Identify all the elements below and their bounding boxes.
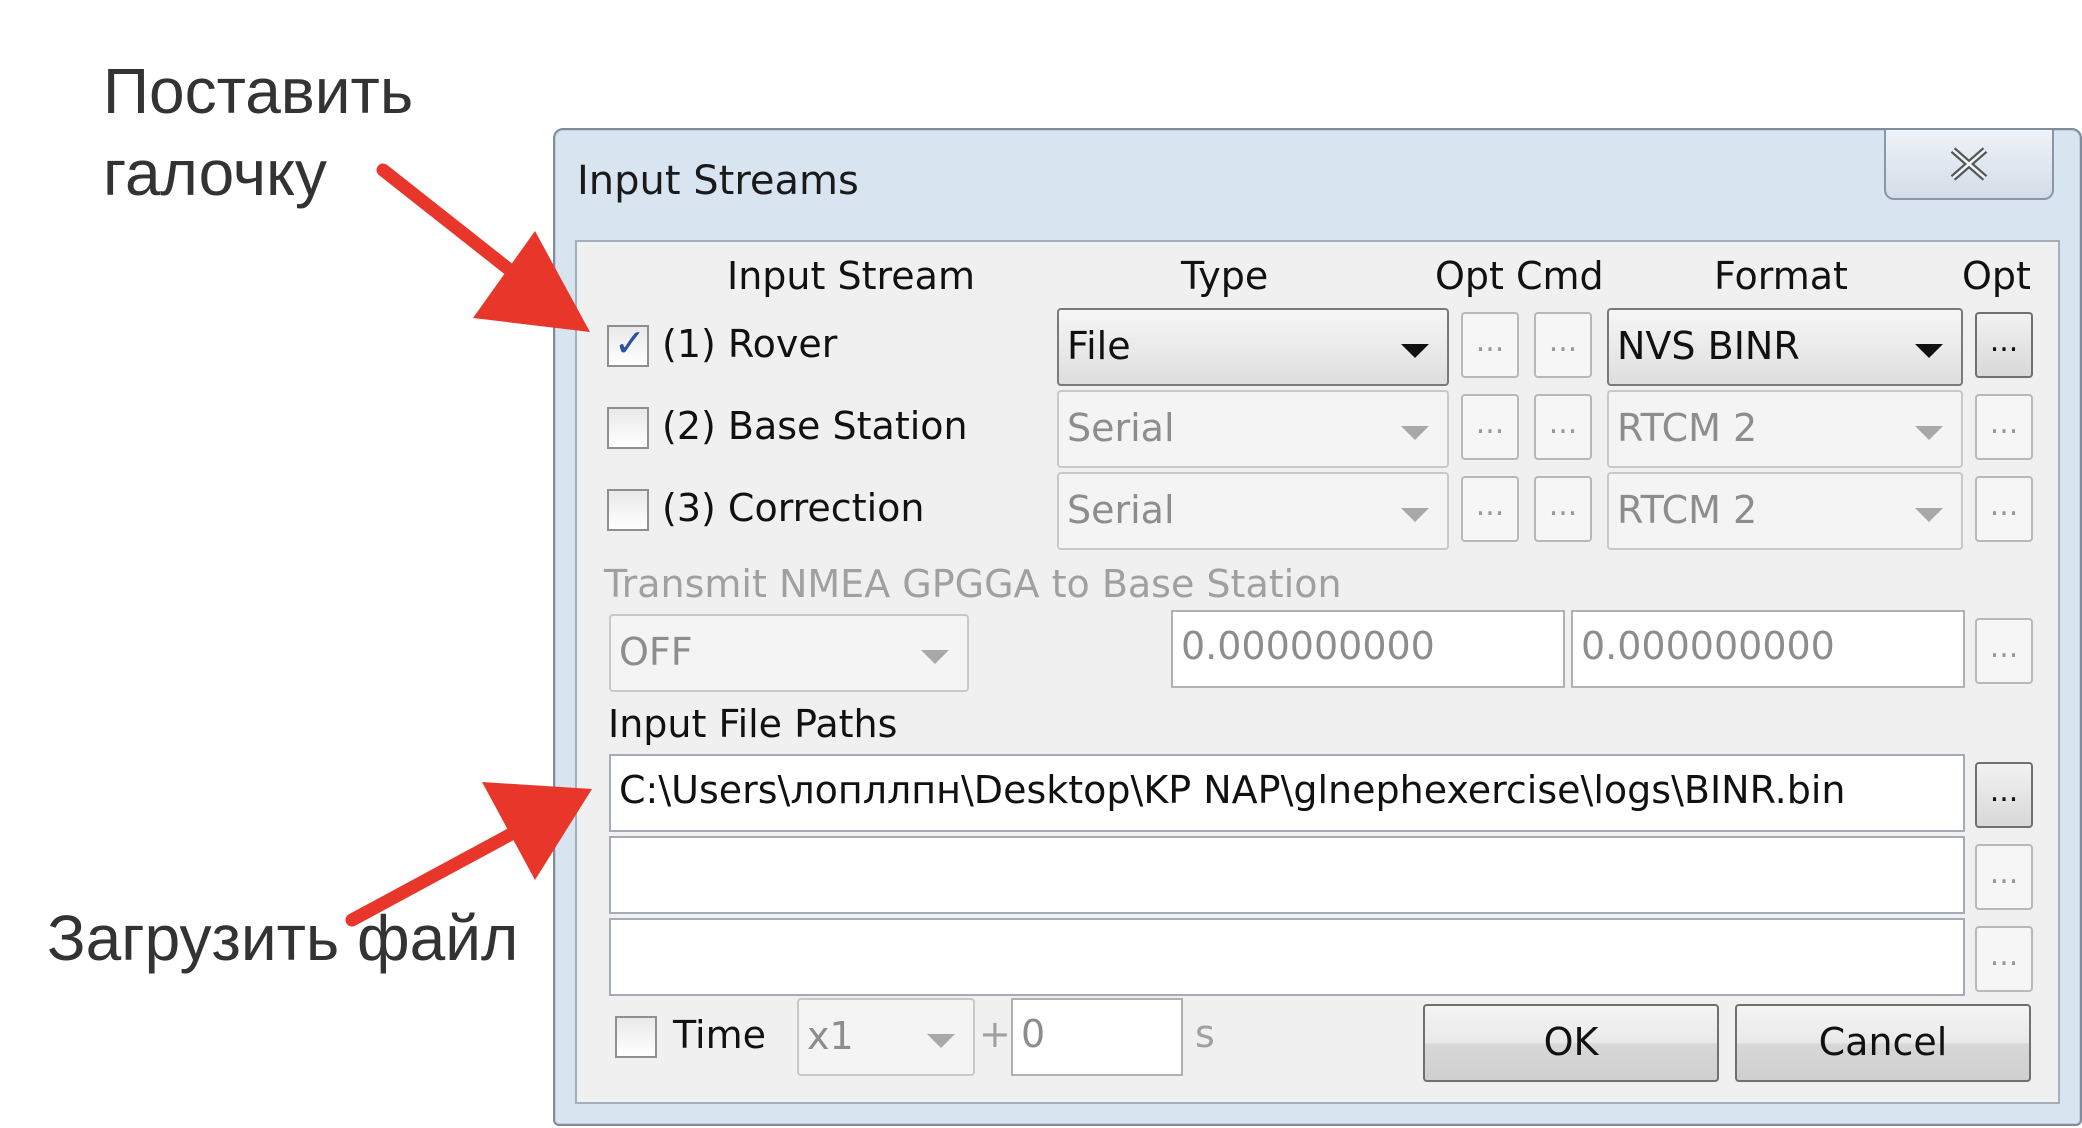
correction-type-value: Serial bbox=[1067, 488, 1175, 532]
input-streams-dialog: Input Streams Input Stream Type Opt Cmd … bbox=[553, 128, 2082, 1126]
annotation-line: галочку bbox=[103, 137, 327, 209]
rover-type-value: File bbox=[1067, 324, 1131, 368]
chevron-down-icon bbox=[1915, 344, 1943, 358]
base-station-format-select[interactable]: RTCM 2 bbox=[1607, 390, 1963, 468]
correction-checkbox[interactable] bbox=[607, 489, 649, 531]
rover-label: (1) Rover bbox=[662, 322, 838, 366]
correction-format-value: RTCM 2 bbox=[1617, 488, 1758, 532]
rover-cmd-button[interactable]: ... bbox=[1534, 312, 1592, 378]
chevron-down-icon bbox=[1915, 426, 1943, 440]
base-station-format-opt-button[interactable]: ... bbox=[1975, 394, 2033, 460]
annotation-load-file: Загрузить файл bbox=[47, 902, 519, 974]
correction-format-opt-button[interactable]: ... bbox=[1975, 476, 2033, 542]
input-file-paths-label: Input File Paths bbox=[608, 702, 898, 746]
time-unit-label: s bbox=[1195, 1012, 1215, 1056]
time-label: Time bbox=[673, 1013, 766, 1057]
dialog-title: Input Streams bbox=[577, 158, 859, 204]
chevron-down-icon bbox=[1401, 344, 1429, 358]
correction-format-select[interactable]: RTCM 2 bbox=[1607, 472, 1963, 550]
dialog-client-area: Input Stream Type Opt Cmd Format Opt (1)… bbox=[575, 240, 2060, 1104]
nmea-label: Transmit NMEA GPGGA to Base Station bbox=[604, 562, 1342, 606]
header-input-stream: Input Stream bbox=[727, 254, 975, 298]
correction-type-select[interactable]: Serial bbox=[1057, 472, 1449, 550]
time-speed-value: x1 bbox=[807, 1014, 854, 1058]
correction-cmd-button[interactable]: ... bbox=[1534, 476, 1592, 542]
ok-button[interactable]: OK bbox=[1423, 1004, 1719, 1082]
base-station-label: (2) Base Station bbox=[662, 404, 968, 448]
header-type: Type bbox=[1181, 254, 1269, 298]
base-station-opt-button[interactable]: ... bbox=[1461, 394, 1519, 460]
base-station-cmd-button[interactable]: ... bbox=[1534, 394, 1592, 460]
time-checkbox[interactable] bbox=[615, 1016, 657, 1058]
close-button[interactable] bbox=[1884, 130, 2054, 200]
nmea-mode-value: OFF bbox=[619, 630, 693, 674]
chevron-down-icon bbox=[927, 1034, 955, 1048]
rover-format-value: NVS BINR bbox=[1617, 324, 1800, 368]
chevron-down-icon bbox=[1401, 426, 1429, 440]
correction-label: (3) Correction bbox=[662, 486, 925, 530]
base-path-browse-button[interactable]: ... bbox=[1975, 844, 2033, 910]
title-bar: Input Streams bbox=[555, 130, 2080, 240]
nmea-latitude-field[interactable]: 0.000000000 bbox=[1171, 610, 1565, 688]
header-opt: Opt bbox=[1962, 254, 2031, 298]
rover-checkbox[interactable] bbox=[607, 321, 649, 367]
chevron-down-icon bbox=[921, 650, 949, 664]
base-station-type-value: Serial bbox=[1067, 406, 1175, 450]
base-path-field[interactable] bbox=[609, 836, 1965, 914]
nmea-longitude-field[interactable]: 0.000000000 bbox=[1571, 610, 1965, 688]
base-station-type-select[interactable]: Serial bbox=[1057, 390, 1449, 468]
annotation-line: Поставить bbox=[103, 55, 414, 127]
close-icon bbox=[1950, 147, 1988, 181]
correction-path-browse-button[interactable]: ... bbox=[1975, 926, 2033, 992]
chevron-down-icon bbox=[1915, 508, 1943, 522]
correction-path-field[interactable] bbox=[609, 918, 1965, 996]
annotation-set-checkbox: Поставить галочку bbox=[103, 50, 413, 214]
time-speed-select[interactable]: x1 bbox=[797, 998, 975, 1076]
rover-path-field[interactable]: C:\Users\лопллпн\Desktop\KP NAP\glnephex… bbox=[609, 754, 1965, 832]
correction-opt-button[interactable]: ... bbox=[1461, 476, 1519, 542]
rover-format-select[interactable]: NVS BINR bbox=[1607, 308, 1963, 386]
nmea-mode-select[interactable]: OFF bbox=[609, 614, 969, 692]
rover-opt-button[interactable]: ... bbox=[1461, 312, 1519, 378]
rover-format-opt-button[interactable]: ... bbox=[1975, 312, 2033, 378]
header-format: Format bbox=[1714, 254, 1848, 298]
time-plus-sign: + bbox=[979, 1012, 1011, 1056]
base-station-format-value: RTCM 2 bbox=[1617, 406, 1758, 450]
nmea-position-button[interactable]: ... bbox=[1975, 618, 2033, 684]
rover-path-browse-button[interactable]: ... bbox=[1975, 762, 2033, 828]
cancel-button[interactable]: Cancel bbox=[1735, 1004, 2031, 1082]
rover-type-select[interactable]: File bbox=[1057, 308, 1449, 386]
header-opt-cmd: Opt Cmd bbox=[1435, 254, 1604, 298]
base-station-checkbox[interactable] bbox=[607, 407, 649, 449]
time-offset-field[interactable]: 0 bbox=[1011, 998, 1183, 1076]
chevron-down-icon bbox=[1401, 508, 1429, 522]
